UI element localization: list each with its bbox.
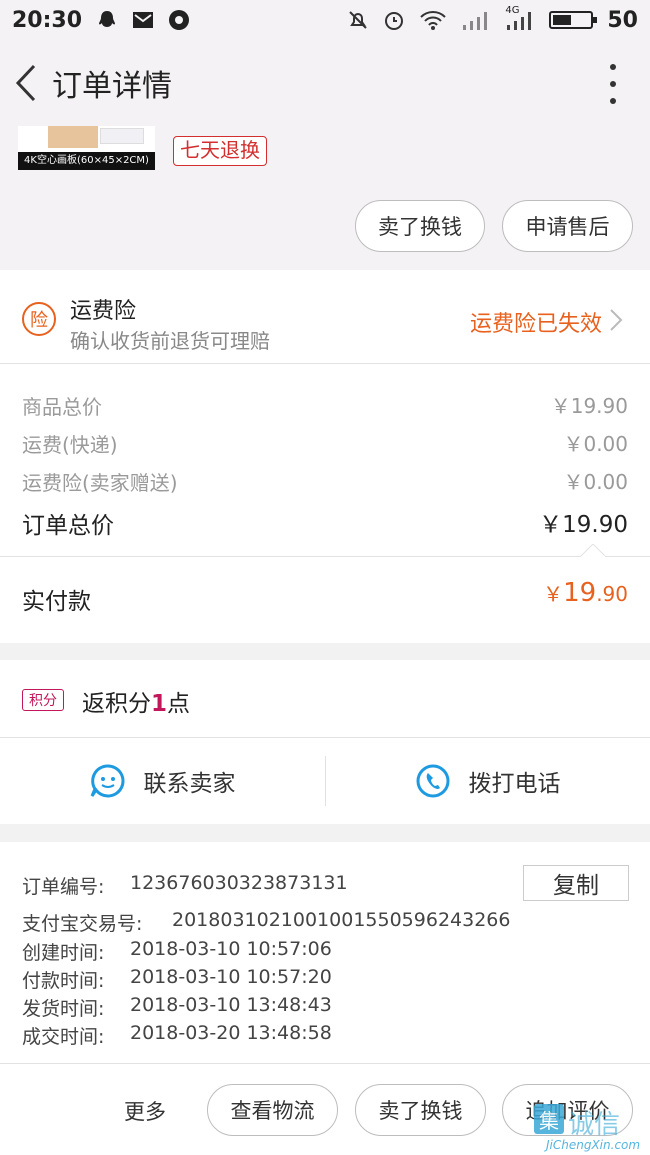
goods-total-value: ￥19.90 [550, 394, 628, 418]
product-image[interactable]: 4K空心画板(60×45×2CM) [18, 126, 155, 170]
paid-integer: 19 [563, 578, 597, 608]
points-text: 返积分1点 [82, 684, 190, 718]
actual-paid-label: 实付款 [22, 589, 91, 615]
status-bar: 20:30 4G 50 [0, 0, 650, 40]
alipay-number-label: 支付宝交易号: [22, 913, 143, 935]
product-image-caption: 4K空心画板(60×45×2CM) [18, 152, 155, 170]
created-time-label: 创建时间: [22, 942, 105, 964]
completed-time-value: 2018-03-20 13:48:58 [130, 1022, 332, 1044]
status-time: 20:30 [12, 7, 83, 33]
qq-icon [99, 11, 116, 27]
actual-paid-value: ￥19.90 [543, 578, 628, 608]
contact-seller-button[interactable]: 联系卖家 [0, 738, 325, 824]
pointer-caret-icon [580, 544, 606, 557]
back-arrow-icon[interactable] [4, 53, 48, 113]
divider [0, 556, 650, 557]
signal-4g: 4G [505, 5, 535, 31]
goods-total-label: 商品总价 [22, 395, 102, 419]
battery-icon [549, 11, 598, 29]
contact-seller-label: 联系卖家 [143, 771, 236, 797]
shipping-value: ￥0.00 [563, 432, 628, 456]
copy-button[interactable]: 复制 [523, 865, 629, 901]
signal-icon [463, 12, 488, 30]
divider [0, 1063, 650, 1064]
watermark-logo: 集 [534, 1104, 564, 1134]
completed-time-label: 成交时间: [22, 1026, 105, 1048]
order-total-value: ￥19.90 [539, 512, 628, 538]
insurance-subtitle: 确认收货前退货可理赔 [70, 329, 270, 353]
mute-icon [349, 11, 368, 29]
insurance-status-link[interactable]: 运费险已失效 [470, 306, 602, 338]
points-tag: 积分 [22, 689, 64, 711]
page-title: 订单详情 [52, 69, 172, 104]
shipped-time-value: 2018-03-10 13:48:43 [130, 994, 332, 1016]
call-phone-label: 拨打电话 [468, 771, 561, 797]
aperture-icon [169, 10, 190, 30]
points-number: 1 [151, 691, 168, 717]
order-number-value: 123676030323873131 [130, 872, 348, 894]
order-total-label: 订单总价 [22, 513, 114, 539]
chevron-right-icon [610, 309, 623, 331]
shipping-insurance-value: ￥0.00 [563, 470, 628, 494]
watermark-text: 诚信 [568, 1110, 621, 1140]
more-actions-link[interactable]: 更多 [124, 1096, 166, 1126]
nav-bar: 订单详情 [0, 40, 650, 126]
after-sales-button[interactable]: 申请售后 [502, 200, 633, 252]
watermark-url: JiChengXin.com [546, 1138, 641, 1152]
paid-time-value: 2018-03-10 10:57:20 [130, 966, 332, 988]
points-suffix: 点 [167, 691, 191, 717]
mail-icon [133, 12, 154, 28]
created-time-value: 2018-03-10 10:57:06 [130, 938, 332, 960]
sell-for-cash-bottom-button[interactable]: 卖了换钱 [355, 1084, 486, 1136]
shipping-insurance-label: 运费险(卖家赠送) [22, 471, 178, 495]
sell-for-cash-button[interactable]: 卖了换钱 [355, 200, 485, 252]
wifi-icon [420, 11, 447, 30]
network-label: 4G [505, 5, 520, 16]
return-policy-tag: 七天退换 [173, 136, 267, 166]
paid-decimal: .90 [596, 582, 628, 606]
points-prefix: 返积分 [82, 691, 151, 717]
paid-time-label: 付款时间: [22, 970, 105, 992]
watermark: 集 诚信 JiChengXin.com [534, 1104, 650, 1155]
paid-currency: ￥ [543, 582, 564, 606]
battery-level: 50 [607, 7, 638, 33]
insurance-icon: 险 [22, 302, 56, 336]
order-number-label: 订单编号: [22, 876, 105, 898]
insurance-title: 运费险 [70, 299, 137, 324]
more-vertical-icon[interactable] [606, 64, 620, 104]
alarm-icon [385, 12, 404, 30]
call-phone-button[interactable]: 拨打电话 [325, 738, 650, 824]
divider [0, 363, 650, 364]
shipped-time-label: 发货时间: [22, 998, 105, 1020]
shipping-label: 运费(快递) [22, 433, 118, 457]
view-logistics-button[interactable]: 查看物流 [207, 1084, 338, 1136]
product-section: 4K空心画板(60×45×2CM) 七天退换 卖了换钱 申请售后 [0, 126, 650, 270]
phone-icon [416, 764, 449, 798]
chat-bubble-icon [90, 764, 124, 798]
alipay-number-value: 2018031021001001550596243266 [172, 909, 511, 931]
